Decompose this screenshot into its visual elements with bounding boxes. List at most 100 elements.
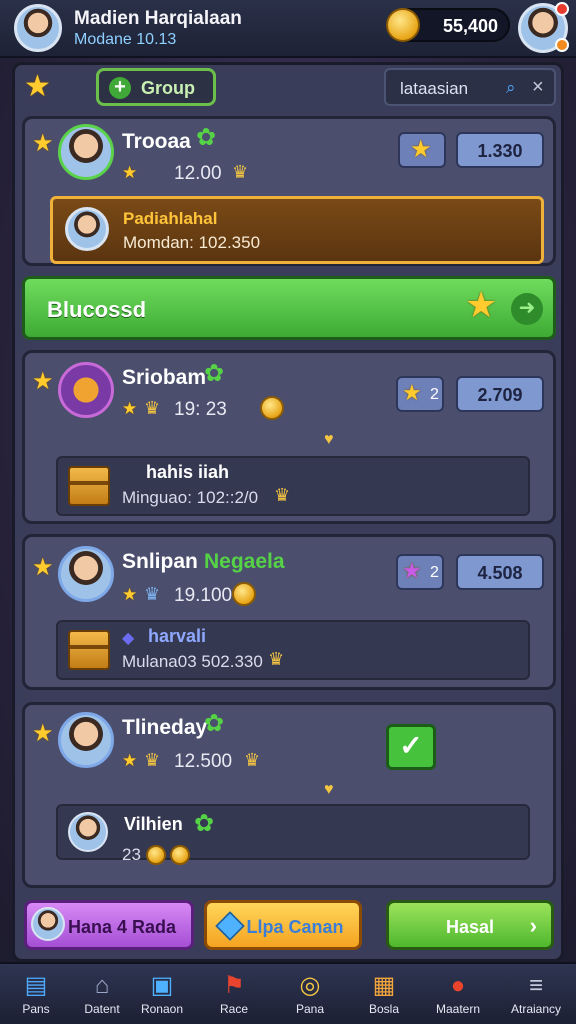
hasal-button[interactable]: Hasal › bbox=[386, 900, 554, 950]
hana-button[interactable]: Hana 4 Rada bbox=[24, 900, 194, 950]
llpa-button[interactable]: Llpa Canan bbox=[204, 900, 362, 950]
hasal-label: Hasal bbox=[445, 917, 495, 937]
plus-icon: + bbox=[109, 77, 131, 99]
coin-icon bbox=[146, 845, 166, 865]
reward-value: Mulana03 502.330 bbox=[122, 652, 263, 671]
player-avatar bbox=[58, 712, 114, 768]
reward-title: Vilhien bbox=[124, 814, 183, 834]
coin-icon bbox=[170, 845, 190, 865]
nav-item-pans[interactable]: ▤ Pans bbox=[4, 964, 68, 1024]
chevron-right-icon: › bbox=[529, 913, 537, 938]
group-button[interactable]: + Group bbox=[96, 68, 216, 106]
small-star-icon: ★ bbox=[122, 585, 138, 604]
chest-icon bbox=[68, 466, 110, 506]
score-box: 1.330 bbox=[456, 132, 544, 168]
top-bar: Madien Harqialaan Modane 10.13 55,400 bbox=[0, 0, 576, 58]
chevron-down-icon[interactable]: ♥ bbox=[324, 782, 334, 798]
chevron-down-icon[interactable]: ♥ bbox=[324, 432, 334, 448]
crown-icon: ♛ bbox=[232, 162, 249, 182]
star-box[interactable]: ★ 2 bbox=[396, 554, 444, 590]
score-box: 4.508 bbox=[456, 554, 544, 590]
small-star-icon: ★ bbox=[122, 163, 138, 182]
reward-value: 23 bbox=[122, 845, 141, 864]
player-avatar bbox=[58, 546, 114, 602]
notification-dot bbox=[555, 2, 569, 16]
nav-item-maatern[interactable]: ● Maatern bbox=[426, 964, 490, 1024]
star-box[interactable]: ★ bbox=[398, 132, 446, 168]
player-subtitle: Modane 10.13 bbox=[74, 31, 177, 48]
flag-icon: ⚑ bbox=[223, 972, 245, 999]
cube-icon bbox=[215, 911, 245, 941]
highlight-title: Padiahlahal bbox=[123, 209, 218, 228]
rank-star-icon: ★ bbox=[32, 554, 54, 581]
nav-label: Atraiancy bbox=[510, 1002, 562, 1016]
nav-label: Ronaon bbox=[140, 1002, 184, 1016]
highlight-value: Momdan: 102.350 bbox=[123, 233, 261, 252]
gear-badge-icon: ✿ bbox=[196, 124, 217, 151]
star-count: 2 bbox=[430, 386, 439, 403]
player-name: Madien Harqialaan bbox=[74, 8, 242, 29]
nav-item-ronaon[interactable]: ▣ Ronaon bbox=[130, 964, 194, 1024]
success-label: Blucossd bbox=[47, 297, 147, 322]
nav-label: Bosla bbox=[368, 1002, 400, 1016]
star-icon: ★ bbox=[402, 558, 422, 583]
star-box[interactable]: ★ 2 bbox=[396, 376, 444, 412]
close-icon[interactable]: × bbox=[532, 76, 544, 99]
menu-icon: ≡ bbox=[528, 972, 543, 999]
player-score: 19: 23 bbox=[174, 399, 227, 420]
rank-star-icon: ★ bbox=[32, 130, 54, 157]
button-avatar bbox=[31, 907, 65, 941]
nav-item-pana[interactable]: ◎ Pana bbox=[278, 964, 342, 1024]
highlight-row[interactable]: Padiahlahal Momdan: 102.350 bbox=[50, 196, 544, 264]
chest-icon bbox=[68, 630, 110, 670]
reward-avatar bbox=[68, 812, 108, 852]
nav-label: Race bbox=[219, 1002, 248, 1016]
search-text: lataasian bbox=[400, 79, 469, 98]
reward-value: Minguao: 102::2/0 bbox=[122, 488, 259, 507]
coin-icon bbox=[386, 8, 420, 42]
player-score: 19.100 bbox=[174, 585, 233, 606]
rank-star-icon: ★ bbox=[32, 368, 54, 395]
bottom-nav: ▤ Pans ⌂ Datent ▣ Ronaon ⚑ Race ◎ Pana ▦… bbox=[0, 962, 576, 1024]
small-star-icon: ★ bbox=[122, 751, 138, 770]
player-name: Sriobam bbox=[122, 366, 207, 389]
star-icon[interactable]: ★ bbox=[24, 72, 51, 102]
player-tag: Negaela bbox=[204, 550, 285, 573]
search-field[interactable]: lataasian ⌕ × bbox=[384, 68, 556, 106]
coin-icon: ◎ bbox=[299, 972, 321, 999]
news-icon: ▤ bbox=[24, 972, 48, 999]
alert-dot bbox=[555, 38, 569, 52]
crown-icon: ♛ bbox=[274, 485, 291, 505]
nav-item-race[interactable]: ⚑ Race bbox=[202, 964, 266, 1024]
reward-title: harvali bbox=[148, 626, 207, 646]
player-score: 12.500 bbox=[174, 751, 233, 772]
nav-item-atraiancy[interactable]: ≡ Atraiancy bbox=[504, 964, 568, 1024]
leader-name: Trooaa bbox=[122, 130, 191, 153]
nav-label: Datent bbox=[84, 1002, 120, 1016]
search-icon: ⌕ bbox=[506, 78, 516, 97]
friend-avatar[interactable] bbox=[518, 2, 569, 53]
crown-icon: ♛ bbox=[144, 750, 161, 770]
nav-item-bosla[interactable]: ▦ Bosla bbox=[352, 964, 416, 1024]
gear-badge-icon: ✿ bbox=[204, 710, 225, 737]
coin-value: 55,400 bbox=[442, 16, 498, 36]
player-avatar[interactable] bbox=[14, 4, 62, 52]
crown-icon: ♛ bbox=[144, 584, 161, 604]
star-icon: ★ bbox=[402, 380, 422, 405]
rank-star-icon: ★ bbox=[32, 720, 54, 747]
reward-row[interactable]: ◆ harvali Mulana03 502.330 ♛ bbox=[56, 620, 530, 680]
player-name: Tlineday bbox=[122, 716, 208, 739]
nav-label: Maatern bbox=[435, 1002, 481, 1016]
reward-title: hahis iiah bbox=[146, 462, 230, 482]
arrow-icon[interactable]: ➜ bbox=[511, 293, 543, 325]
profile-icon: ● bbox=[450, 972, 466, 999]
success-banner[interactable]: Blucossd ★ ➜ bbox=[22, 276, 556, 340]
gem-icon: ◆ bbox=[122, 630, 135, 647]
reward-row[interactable]: hahis iiah Minguao: 102::2/0 ♛ bbox=[56, 456, 530, 516]
hana-label: Hana 4 Rada bbox=[67, 917, 177, 937]
coin-balance[interactable]: 55,400 bbox=[386, 8, 510, 42]
small-star-icon: ★ bbox=[122, 399, 138, 418]
check-button[interactable]: ✓ bbox=[386, 724, 436, 770]
nav-item-datent[interactable]: ⌂ Datent bbox=[70, 964, 134, 1024]
star-count: 2 bbox=[430, 564, 439, 581]
